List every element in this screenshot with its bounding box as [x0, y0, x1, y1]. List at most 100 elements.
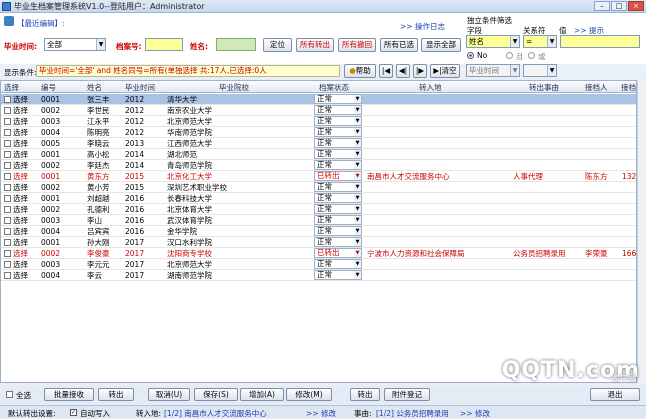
transfer-button[interactable]: 转出	[350, 388, 380, 401]
transfer-to-modify-link[interactable]: >> 修改	[306, 408, 336, 419]
col-handler[interactable]: 接档人	[585, 82, 608, 93]
table-row[interactable]: 选择 0004 陈明亮 2012 华南师范学院 正常 ▼	[1, 127, 636, 138]
modify-button[interactable]: 修改(M)	[286, 388, 332, 401]
batch-receive-button[interactable]: 批量接收	[44, 388, 94, 401]
field2-select[interactable]: 毕业时间 ▼	[466, 64, 520, 77]
table-row[interactable]: 选择 0001 高小松 2014 湖北师范 正常 ▼	[1, 149, 636, 160]
table-row[interactable]: 选择 0002 孔德利 2016 北京体育大学 正常 ▼	[1, 204, 636, 215]
minimize-button[interactable]: –	[594, 1, 610, 11]
relation-select[interactable]: = ▼	[523, 35, 557, 48]
locate-button[interactable]: 定位	[263, 38, 292, 52]
grad-time-select[interactable]: 全部 ▼	[44, 38, 106, 51]
radio-no[interactable]	[467, 52, 474, 59]
reason-modify-link[interactable]: >> 修改	[460, 408, 490, 419]
attachment-button[interactable]: 附件登记	[384, 388, 430, 401]
relation2-select[interactable]: ▼	[523, 64, 557, 77]
col-reason[interactable]: 转出事由	[529, 82, 559, 93]
all-cancelled-button[interactable]: 所有撤回	[338, 38, 376, 52]
row-status-select[interactable]: 正常 ▼	[314, 182, 362, 192]
row-status-select[interactable]: 正常 ▼	[314, 94, 362, 104]
row-checkbox[interactable]	[4, 184, 11, 191]
table-row[interactable]: 选择 0002 李世民 2012 南京农业大学 正常 ▼	[1, 105, 636, 116]
row-status-select[interactable]: 正常 ▼	[314, 204, 362, 214]
row-status-select[interactable]: 正常 ▼	[314, 116, 362, 126]
all-transferred-button[interactable]: 所有转出	[296, 38, 334, 52]
col-number[interactable]: 编号	[41, 82, 56, 93]
auto-write-checkbox[interactable]: ✓	[70, 409, 77, 416]
table-row[interactable]: 选择 0005 李晓云 2013 江西师范大学 正常 ▼	[1, 138, 636, 149]
table-row[interactable]: 选择 0004 李云 2017 湖南师范学院 正常 ▼	[1, 270, 636, 281]
maximize-button[interactable]: □	[611, 1, 627, 11]
row-checkbox[interactable]	[4, 173, 11, 180]
close-button[interactable]: ×	[628, 1, 644, 11]
row-status-select[interactable]: 正常 ▼	[314, 193, 362, 203]
row-status-select[interactable]: 正常 ▼	[314, 138, 362, 148]
table-row[interactable]: 选择 0001 张三丰 2012 清华大学 正常 ▼	[1, 94, 636, 105]
field-select[interactable]: 姓名 ▼	[466, 35, 520, 48]
table-row[interactable]: 选择 0003 李山 2016 武汉体育学院 正常 ▼	[1, 215, 636, 226]
row-status-select[interactable]: 正常 ▼	[314, 259, 362, 269]
row-checkbox[interactable]	[4, 250, 11, 257]
radio-or[interactable]	[528, 52, 535, 59]
all-selected-button[interactable]: 所有已选	[380, 38, 418, 52]
help-button[interactable]: ●帮助	[344, 64, 376, 78]
row-status-select[interactable]: 正常 ▼	[314, 160, 362, 170]
row-checkbox[interactable]	[4, 118, 11, 125]
col-school[interactable]: 毕业院校	[219, 82, 249, 93]
value-input[interactable]	[560, 35, 640, 48]
table-row[interactable]: 选择 0001 孙大刚 2017 汉口水利学院 正常 ▼	[1, 237, 636, 248]
row-status-select[interactable]: 正常 ▼	[314, 215, 362, 225]
first-record-button[interactable]: |◀	[379, 64, 393, 78]
table-row[interactable]: 选择 0002 李廷杰 2014 青岛师范学院 正常 ▼	[1, 160, 636, 171]
radio-and[interactable]	[506, 52, 513, 59]
name-input[interactable]	[216, 38, 256, 51]
row-checkbox[interactable]	[4, 217, 11, 224]
table-row[interactable]: 选择 0002 李俊豪 2017 沈阳商专学校 宁波市人力资源和社会保障局 公务员招聘录用 李…	[1, 248, 636, 259]
add-button[interactable]: 增加(A)	[240, 388, 284, 401]
col-code[interactable]: 接档	[621, 82, 636, 93]
table-row[interactable]: 选择 0002 黄小芳 2015 深圳艺术职业学校 正常 ▼	[1, 182, 636, 193]
row-status-select[interactable]: 正常 ▼	[314, 149, 362, 159]
row-status-select[interactable]: 正常 ▼	[314, 237, 362, 247]
row-checkbox[interactable]	[4, 228, 11, 235]
col-name[interactable]: 姓名	[87, 82, 102, 93]
row-status-select[interactable]: 正常 ▼	[314, 105, 362, 115]
row-status-select[interactable]: 正常 ▼	[314, 226, 362, 236]
cancel-button[interactable]: 取消(U)	[148, 388, 190, 401]
next-record-button[interactable]: |▶	[413, 64, 427, 78]
vertical-scrollbar[interactable]	[637, 80, 646, 383]
row-checkbox[interactable]	[4, 206, 11, 213]
row-checkbox[interactable]	[4, 107, 11, 114]
col-transfer-to[interactable]: 转入地	[419, 82, 442, 93]
row-status-select[interactable]: 正常 ▼	[314, 270, 362, 280]
prev-record-button[interactable]: ◀|	[396, 64, 410, 78]
table-row[interactable]: 选择 0003 江永平 2012 北京师范大学 正常 ▼	[1, 116, 636, 127]
row-status-select[interactable]: 正常 ▼	[314, 127, 362, 137]
exit-button[interactable]: 退出	[590, 388, 640, 401]
row-checkbox[interactable]	[4, 96, 11, 103]
show-all-button[interactable]: 显示全部	[421, 38, 461, 52]
table-row[interactable]: 选择 0001 刘超越 2016 长春科技大学 正常 ▼	[1, 193, 636, 204]
table-row[interactable]: 选择 0003 李元元 2017 北京师范大学 正常 ▼	[1, 259, 636, 270]
row-checkbox[interactable]	[4, 129, 11, 136]
save-button[interactable]: 保存(S)	[194, 388, 238, 401]
col-select[interactable]: 选择	[4, 82, 19, 93]
row-checkbox[interactable]	[4, 239, 11, 246]
transfer-out-button[interactable]: 转出	[98, 388, 134, 401]
operation-log-link[interactable]: >> 操作日志	[400, 21, 445, 32]
row-checkbox[interactable]	[4, 195, 11, 202]
row-checkbox[interactable]	[4, 140, 11, 147]
select-all-checkbox[interactable]	[6, 391, 13, 398]
row-checkbox[interactable]	[4, 162, 11, 169]
clear-button[interactable]: ▶|清空	[430, 64, 460, 78]
row-status-select[interactable]: 已转出 ▼	[314, 248, 362, 258]
row-checkbox[interactable]	[4, 151, 11, 158]
archive-no-input[interactable]	[145, 38, 183, 51]
row-checkbox[interactable]	[4, 272, 11, 279]
col-grad-year[interactable]: 毕业时间	[125, 82, 155, 93]
row-status-select[interactable]: 已转出 ▼	[314, 171, 362, 181]
row-checkbox[interactable]	[4, 261, 11, 268]
table-row[interactable]: 选择 0004 吕宾宾 2016 金华学院 正常 ▼	[1, 226, 636, 237]
table-row[interactable]: 选择 0001 黄东方 2015 北京化工大学 南昌市人才交流服务中心 人事代理 陈东方 132…	[1, 171, 636, 182]
col-status[interactable]: 档案状态	[319, 82, 349, 93]
